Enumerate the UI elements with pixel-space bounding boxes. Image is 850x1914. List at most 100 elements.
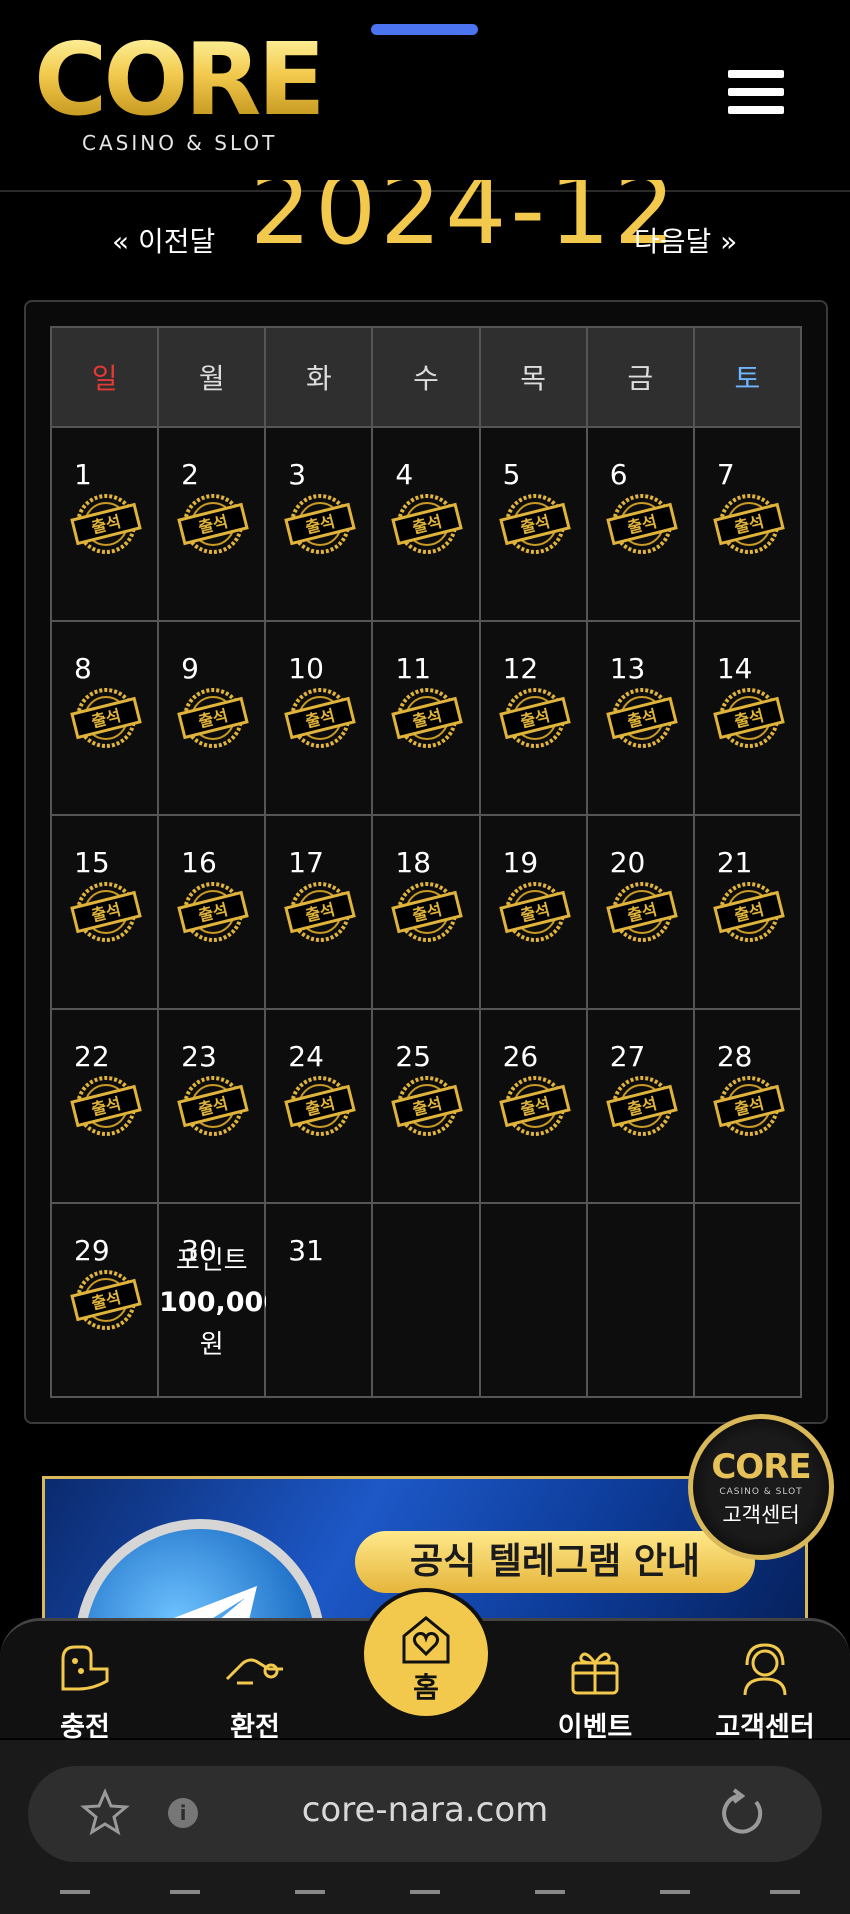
nav-event[interactable]: 이벤트	[525, 1639, 665, 1744]
attendance-stamp-icon: 출석	[605, 688, 678, 748]
nav-support-label: 고객센터	[715, 1712, 815, 1743]
attendance-stamp-icon: 출석	[284, 688, 357, 748]
attendance-stamp-icon: 출석	[391, 882, 464, 942]
calendar-day-cell: 19 출석	[478, 814, 588, 1010]
scroll-indicator	[371, 24, 478, 35]
attendance-stamp-icon: 출석	[177, 688, 249, 748]
calendar-day-cell: 16 출석	[157, 814, 267, 1010]
weekday-sun: 일	[49, 326, 160, 428]
weekday-thu: 목	[478, 326, 588, 428]
calendar-day-cell: 24 출석	[264, 1008, 374, 1204]
attendance-stamp-icon: 출석	[70, 688, 142, 748]
attendance-stamp-icon: 출석	[177, 882, 249, 942]
headset-icon	[743, 1643, 787, 1696]
banner-title: 공식 텔레그램 안내	[355, 1531, 755, 1593]
attendance-stamp-icon: 출석	[391, 494, 464, 554]
attendance-stamp-icon: 출석	[391, 1076, 464, 1136]
day-number: 12	[502, 652, 539, 685]
month-navigation: 2024-12 « 이전달 다음달 »	[0, 180, 850, 270]
address-bar[interactable]: i core-nara.com	[28, 1766, 822, 1862]
calendar-week-row: 8 출석 9 출석 10 출석 11 출석 12 출석 13 출석 14 출석	[49, 620, 803, 816]
day-number: 31	[288, 1234, 324, 1267]
hamburger-menu-icon[interactable]	[728, 70, 784, 114]
calendar-week-row: 15 출석 16 출석 17 출석 18 출석 19 출석 20 출석 21 출석	[49, 814, 803, 1010]
day-number: 23	[181, 1040, 217, 1073]
weekday-wed: 수	[371, 326, 481, 428]
prev-month-link[interactable]: « 이전달	[112, 220, 215, 260]
calendar-empty-cell	[478, 1202, 588, 1398]
calendar-day-cell: 7 출석	[692, 426, 803, 622]
support-logo-sub: CASINO & SLOT	[719, 1487, 803, 1497]
weekday-sat: 토	[692, 326, 803, 428]
day-number: 28	[716, 1040, 753, 1073]
day-number: 29	[74, 1234, 110, 1267]
url-text[interactable]: core-nara.com	[28, 1790, 822, 1830]
day-number: 15	[74, 846, 110, 879]
calendar-day-cell: 2 출석	[157, 426, 267, 622]
support-logo: CORE	[711, 1447, 811, 1487]
gift-icon	[571, 1652, 619, 1695]
attendance-stamp-icon: 출석	[498, 1076, 571, 1136]
weekday-mon: 월	[157, 326, 267, 428]
day-number: 2	[181, 458, 199, 491]
attendance-stamp-icon: 출석	[284, 494, 357, 554]
day-number: 17	[288, 846, 324, 879]
nav-support[interactable]: 고객센터	[695, 1639, 835, 1744]
calendar-day-cell: 14 출석	[692, 620, 803, 816]
calendar-day-cell: 30 포인트 100,000 원	[157, 1202, 283, 1398]
attendance-stamp-icon: 출석	[70, 882, 142, 942]
point-label: 포인트	[175, 1246, 248, 1276]
attendance-stamp-icon: 출석	[177, 494, 249, 554]
attendance-stamp-icon: 출석	[605, 882, 678, 942]
day-number: 1	[74, 458, 92, 491]
attendance-stamp-icon: 출석	[391, 688, 464, 748]
calendar-day-cell: 27 출석	[585, 1008, 695, 1204]
nav-exchange-label: 환전	[230, 1712, 280, 1743]
attendance-stamp-icon: 출석	[70, 494, 142, 554]
calendar-day-cell: 11 출석	[371, 620, 481, 816]
day-number: 13	[609, 652, 646, 685]
logo-subtitle: CASINO & SLOT	[82, 131, 278, 155]
core-logo[interactable]: CORE CASINO & SLOT	[34, 21, 334, 156]
point-amount: 100,000	[159, 1287, 283, 1318]
attendance-stamp-icon: 출석	[605, 494, 678, 554]
attendance-stamp-icon: 출석	[284, 882, 357, 942]
calendar-day-cell: 22 출석	[49, 1008, 160, 1204]
nav-home[interactable]: 홈	[360, 1588, 492, 1720]
weekday-header-row: 일 월 화 수 목 금 토	[49, 326, 803, 428]
nav-exchange[interactable]: 환전	[185, 1639, 325, 1744]
calendar-day-cell: 4 출석	[371, 426, 481, 622]
calendar-day-cell: 13 출석	[585, 620, 695, 816]
calendar-day-cell: 23 출석	[157, 1008, 267, 1204]
calendar-empty-cell	[692, 1202, 803, 1398]
day-number: 18	[395, 846, 432, 879]
nav-charge[interactable]: 충전	[15, 1639, 155, 1744]
calendar-empty-cell	[371, 1202, 481, 1398]
nav-charge-label: 충전	[60, 1712, 110, 1743]
nav-event-label: 이벤트	[557, 1712, 633, 1743]
weekday-fri: 금	[585, 326, 695, 428]
calendar-day-cell: 9 출석	[157, 620, 267, 816]
weekday-tue: 화	[264, 326, 374, 428]
attendance-stamp-icon: 출석	[70, 1076, 142, 1136]
day-number: 25	[395, 1040, 432, 1073]
floating-support-button[interactable]: CORE CASINO & SLOT 고객센터	[688, 1414, 834, 1560]
calendar-day-cell: 1 출석	[49, 426, 160, 622]
calendar-day-cell: 21 출석	[692, 814, 803, 1010]
point-reward-text: 포인트 100,000 원	[159, 1240, 283, 1366]
day-number: 24	[288, 1040, 324, 1073]
attendance-stamp-icon: 출석	[498, 688, 571, 748]
calendar-day-cell: 17 출석	[264, 814, 374, 1010]
calendar-day-cell: 12 출석	[478, 620, 588, 816]
reload-icon[interactable]	[718, 1788, 768, 1838]
logo-wordmark: CORE	[34, 21, 326, 138]
day-number: 22	[74, 1040, 110, 1073]
exchange-icon	[225, 1658, 283, 1685]
day-number: 10	[288, 652, 324, 685]
next-month-link[interactable]: 다음달 »	[634, 220, 737, 260]
attendance-stamp-icon: 출석	[713, 688, 785, 748]
calendar-day-cell: 6 출석	[585, 426, 695, 622]
attendance-stamp-icon: 출석	[605, 1076, 678, 1136]
attendance-stamp-icon: 출석	[284, 1076, 357, 1136]
day-number: 3	[288, 458, 307, 491]
